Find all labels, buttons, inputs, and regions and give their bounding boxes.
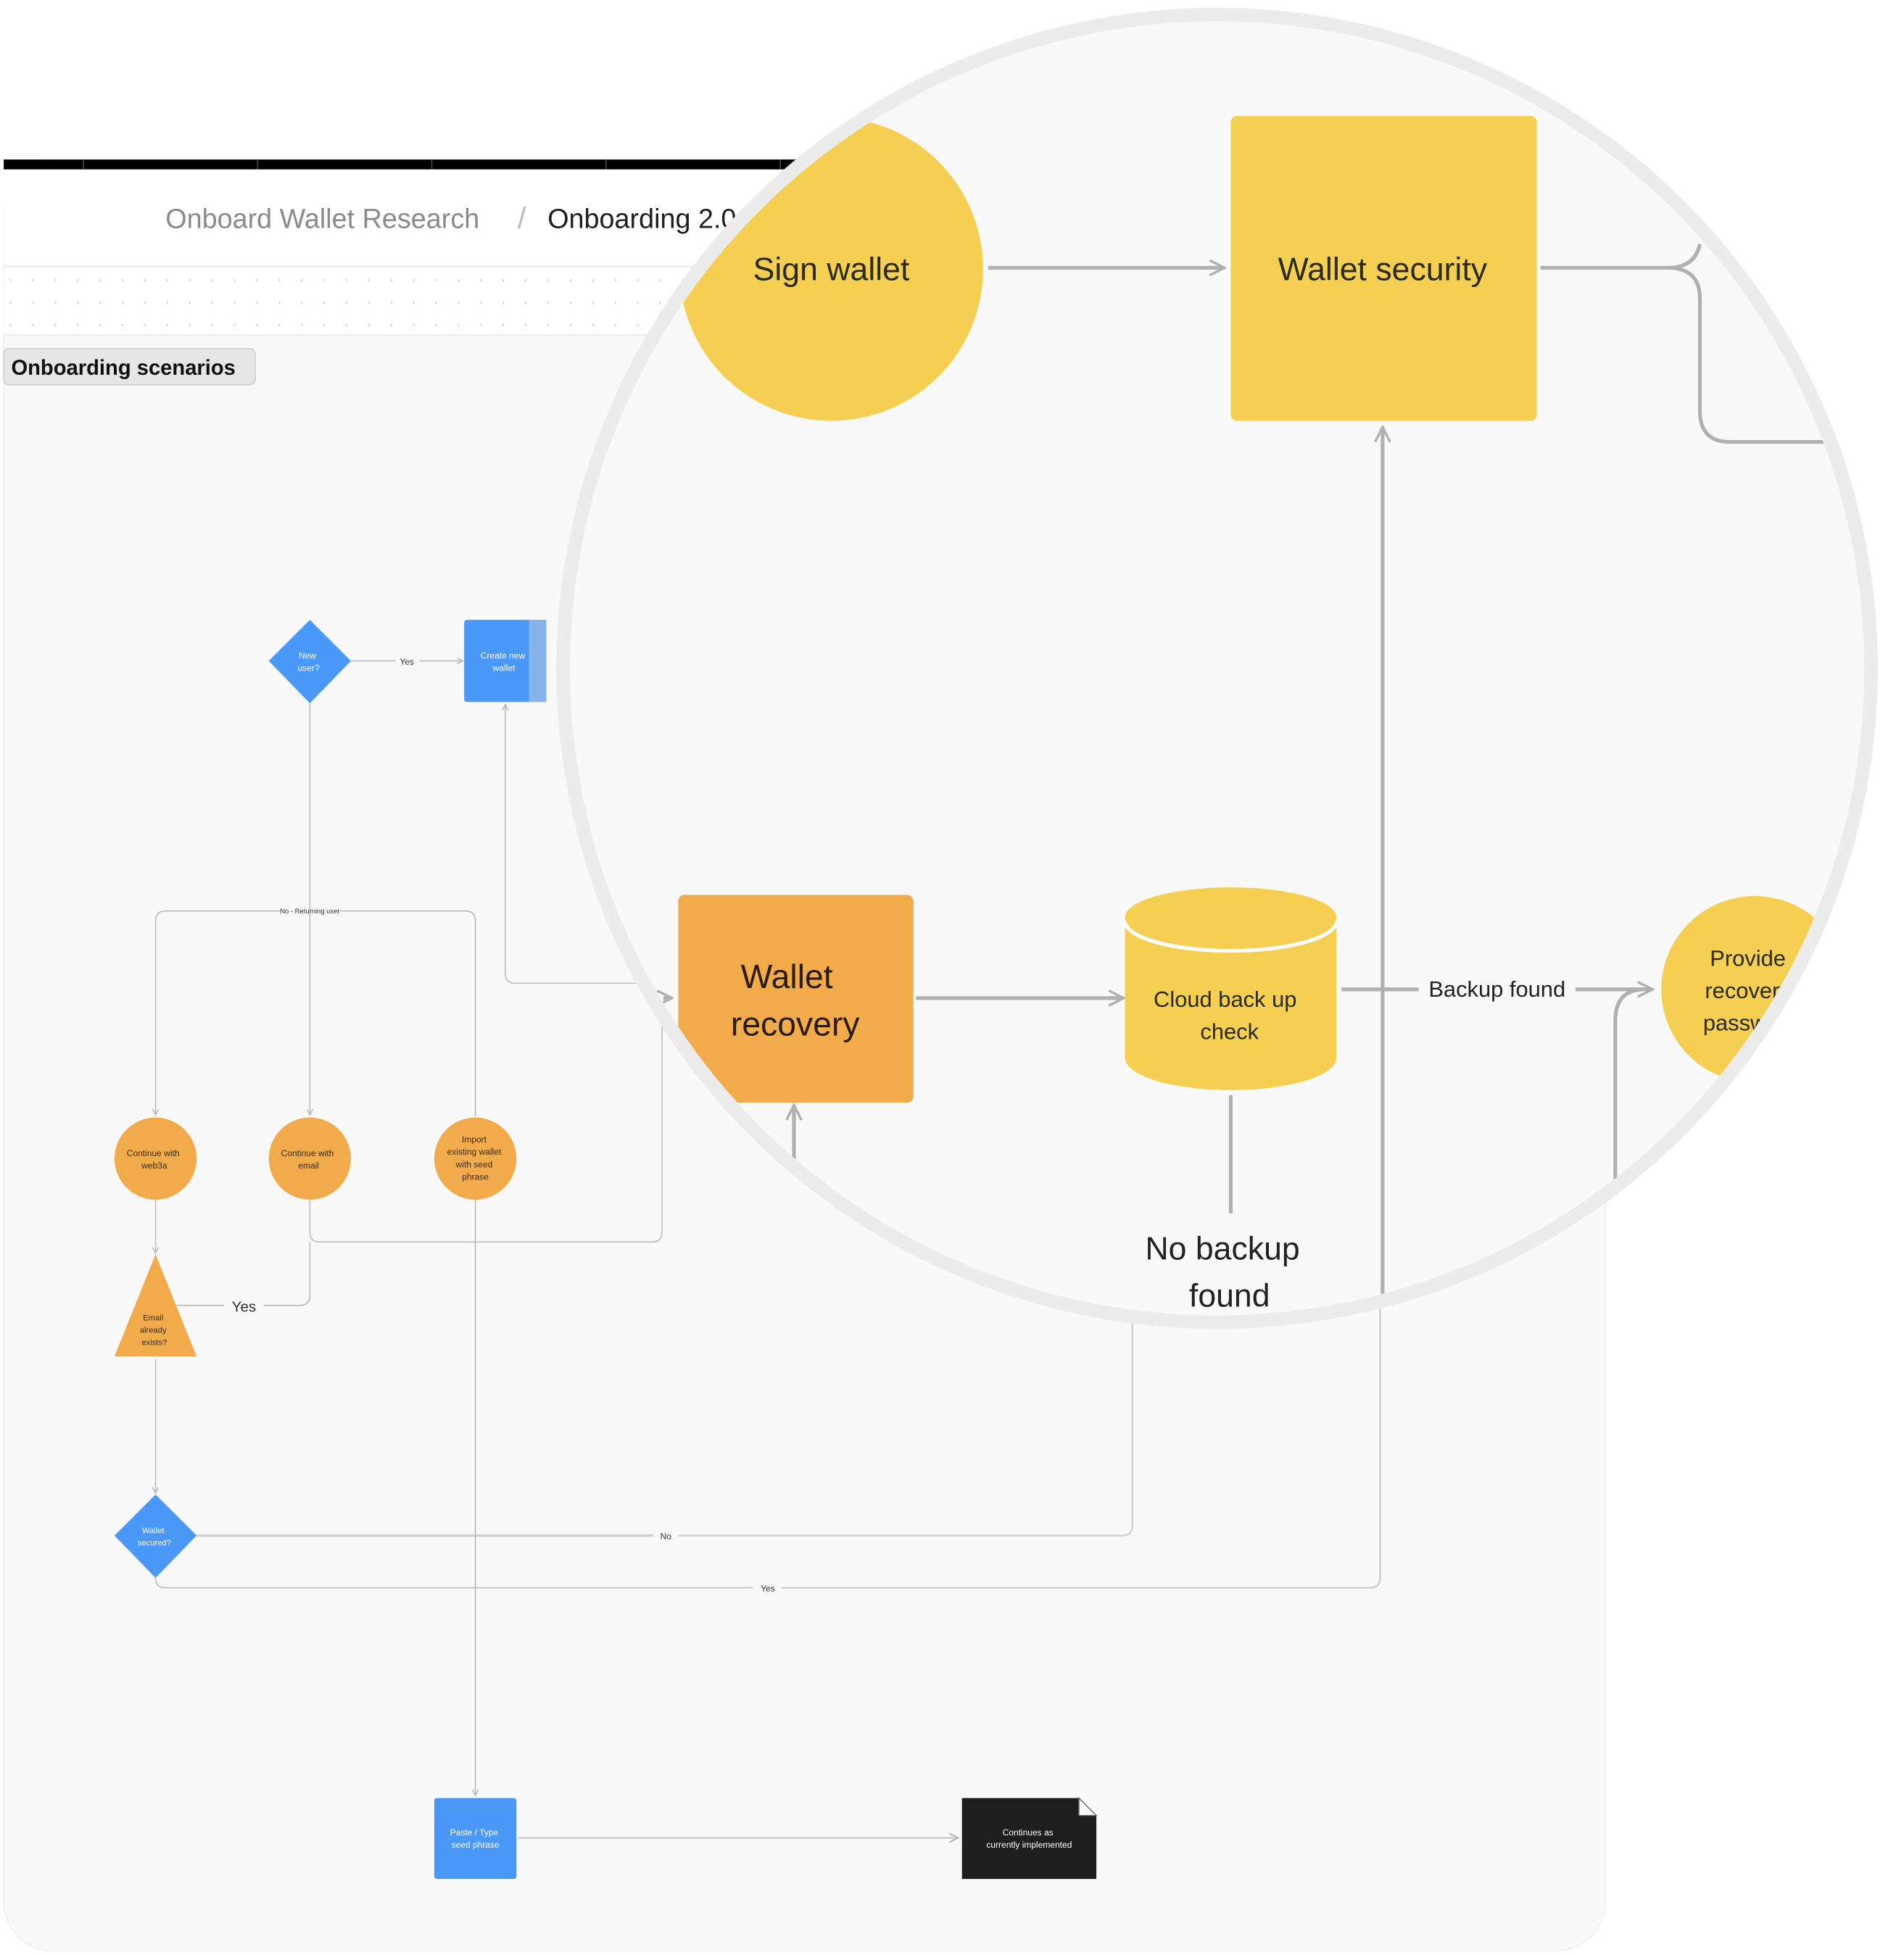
node-wallet-recovery[interactable]: Wallet recovery — [678, 895, 914, 1103]
breadcrumb-current[interactable]: Onboarding 2.0 — [547, 203, 736, 233]
breadcrumb-separator: / — [518, 201, 526, 234]
label-yes-new-user: Yes — [400, 657, 414, 667]
label-yes-secured: Yes — [761, 1584, 775, 1594]
label-yes-email-exists: Yes — [232, 1298, 257, 1315]
node-paste-seed[interactable]: Paste / Type seed phrase — [434, 1798, 517, 1880]
svg-text:Wallet security: Wallet security — [1278, 252, 1488, 288]
frame-label-text: Onboarding scenarios — [11, 357, 235, 380]
node-continues-implemented[interactable]: Continues as currently implemented — [961, 1796, 1098, 1880]
diagram-svg: Onboard Wallet Research / Onboarding 2.0… — [3, 7, 1878, 1952]
breadcrumb-parent[interactable]: Onboard Wallet Research — [165, 203, 479, 233]
node-import-wallet[interactable]: Import existing wallet with seed phrase — [434, 1117, 517, 1200]
node-create-wallet[interactable]: Create new wallet — [464, 620, 547, 702]
frame-label-onboarding-scenarios[interactable]: Onboarding scenarios — [3, 348, 256, 386]
whiteboard-canvas[interactable]: Onboard Wallet Research / Onboarding 2.0… — [0, 0, 1904, 1952]
label-no-returning: No - Returning user — [280, 907, 339, 915]
node-continue-email[interactable]: Continue with email — [268, 1117, 352, 1200]
node-cloud-backup-check[interactable]: Cloud back up check — [1122, 887, 1338, 1090]
label-no-secured: No — [661, 1532, 672, 1542]
node-wallet-security[interactable]: Wallet security — [1230, 116, 1537, 421]
node-continue-web3a[interactable]: Continue with web3a — [114, 1117, 197, 1200]
breadcrumb: Onboard Wallet Research / Onboarding 2.0 — [165, 201, 736, 234]
label-backup-found: Backup found — [1428, 976, 1565, 1002]
svg-text:Sign wallet: Sign wallet — [753, 252, 910, 288]
svg-text:Email already exis: Email already exists? — [140, 1313, 169, 1347]
